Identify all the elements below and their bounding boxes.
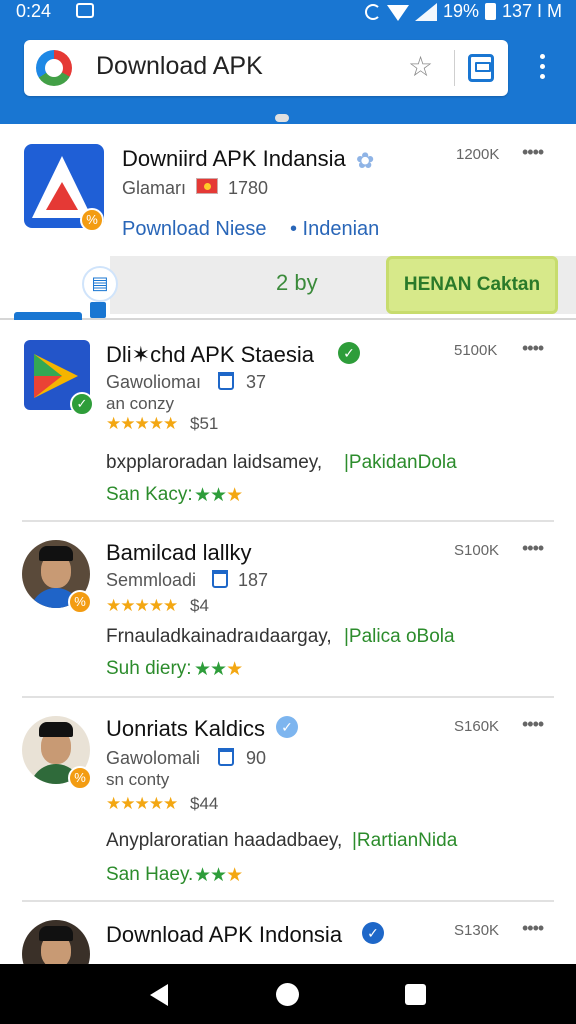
- status-clock-right: 137 I M: [501, 1, 562, 21]
- battery-percent: 19%: [442, 1, 479, 21]
- row-count: 90: [246, 748, 267, 768]
- row-subtitle: sn conty: [106, 770, 170, 789]
- row-description: Anyplaroratian haadadbaey,: [106, 830, 343, 851]
- row-count: 187: [238, 570, 269, 590]
- rating-stars: ★★★★★: [106, 596, 178, 615]
- url-divider: [454, 50, 455, 86]
- url-text[interactable]: Download APK: [96, 52, 263, 81]
- flag-icon: [196, 178, 218, 194]
- row-footer: San Haey.: [106, 864, 194, 885]
- wifi-icon: [386, 4, 409, 21]
- list-item[interactable]: Download APK Indonsia ✓ S130K ••••: [0, 902, 576, 964]
- row-price: S130K: [454, 922, 500, 939]
- featured-badge-icon: %: [80, 208, 104, 232]
- site-logo-icon: [36, 50, 72, 86]
- clipboard-handle-icon: [90, 302, 106, 318]
- featured-meta: 2 by: [276, 270, 318, 295]
- footer-stars-orange: ★: [226, 659, 243, 680]
- trash-icon[interactable]: [218, 748, 234, 766]
- url-bar[interactable]: Download APK ☆: [24, 40, 508, 96]
- footer-stars: ★★★: [194, 864, 243, 887]
- featured-subtitle: Glamarı: [122, 178, 187, 198]
- footer-stars-orange: ★: [226, 485, 243, 506]
- battery-icon: [484, 3, 496, 20]
- row-title[interactable]: Bamilcad lallky: [106, 540, 252, 566]
- featured-download-link[interactable]: Pownload Niese: [122, 218, 267, 241]
- row-footer: Suh diery:: [106, 658, 192, 679]
- row-count: 37: [246, 372, 267, 392]
- row-more-icon[interactable]: ••••: [522, 538, 544, 559]
- overflow-menu-icon[interactable]: [532, 54, 554, 84]
- row-more-icon[interactable]: ••••: [522, 338, 544, 359]
- footer-stars-orange: ★: [226, 865, 243, 886]
- verified-check-icon: ✓: [338, 342, 360, 364]
- trash-icon[interactable]: [212, 570, 228, 588]
- footer-stars-green: ★★: [194, 659, 227, 680]
- verified-check-icon: ✓: [276, 716, 298, 738]
- footer-stars-green: ★★: [194, 865, 227, 886]
- footer-stars: ★★★: [194, 484, 243, 507]
- row-developer: Gawoliomaı: [106, 372, 202, 392]
- row-more-icon[interactable]: ••••: [522, 918, 544, 939]
- featured-region-link[interactable]: • Indenian: [290, 218, 379, 241]
- featured-action-button[interactable]: HENAN Caktan: [386, 256, 558, 314]
- app-notification-icon: [76, 3, 94, 18]
- featured-more-icon[interactable]: ••••: [522, 142, 544, 163]
- row-tag[interactable]: |PakidanDola: [344, 452, 457, 474]
- home-icon[interactable]: [276, 983, 299, 1006]
- back-icon[interactable]: [150, 984, 168, 1006]
- featured-count: 1780: [228, 178, 269, 198]
- row-price: 5100K: [454, 342, 498, 359]
- row-title[interactable]: Uonriats Kaldics: [106, 716, 265, 742]
- row-tag[interactable]: |Palica oBola: [344, 626, 455, 648]
- row-footer: San Kacy:: [106, 484, 193, 505]
- status-bar: 0:24 19% 137 I M: [0, 0, 576, 24]
- browser-toolbar: Download APK ☆: [0, 24, 576, 124]
- featured-edge-tab: [14, 312, 82, 320]
- row-price: S160K: [454, 718, 500, 735]
- row-developer: Semmloadi: [106, 570, 197, 590]
- row-badge-icon: %: [68, 766, 92, 790]
- status-icons: 19% 137 I M: [364, 1, 562, 22]
- row-developer: Gawolomali: [106, 748, 201, 768]
- trash-icon[interactable]: [218, 372, 234, 390]
- list-item[interactable]: % Bamilcad lallky S100K •••• Semmloadi 1…: [0, 522, 576, 698]
- featured-title[interactable]: Downiird APK Indansia: [122, 146, 346, 172]
- signal-icon: [414, 2, 437, 21]
- avatar[interactable]: [22, 920, 90, 964]
- row-amount: $4: [190, 596, 209, 615]
- status-time: 0:24: [16, 1, 52, 21]
- row-title[interactable]: Download APK Indonsia: [106, 922, 342, 948]
- featured-app-card[interactable]: % Downiird APK Indansia ✿ 1200K •••• Gla…: [0, 124, 576, 320]
- bookmark-star-icon[interactable]: ☆: [408, 52, 433, 82]
- row-tag[interactable]: |RartianNida: [352, 830, 457, 852]
- row-title[interactable]: Dli✶chd APK Staesia: [106, 342, 314, 368]
- list-item[interactable]: % Uonriats Kaldics ✓ S160K •••• Gawoloma…: [0, 698, 576, 902]
- rating-stars: ★★★★★: [106, 414, 178, 433]
- sync-icon: [364, 3, 381, 20]
- tabs-icon[interactable]: [468, 54, 494, 82]
- footer-stars-green: ★★: [194, 485, 227, 506]
- rating-stars: ★★★★★: [106, 794, 178, 813]
- scroll-indicator: [275, 114, 289, 122]
- row-subtitle: an conzy: [106, 394, 175, 413]
- recents-icon[interactable]: [405, 984, 426, 1005]
- verified-check-icon: ✓: [362, 922, 384, 944]
- row-amount: $44: [190, 794, 219, 813]
- row-description: bxpplaroradan laidsamey,: [106, 452, 323, 473]
- system-nav-bar: [0, 964, 576, 1024]
- row-description: Frnauladkainadraıdaargay,: [106, 626, 332, 647]
- verified-icon: ✿: [356, 148, 375, 173]
- row-badge-icon: %: [68, 590, 92, 614]
- list-item[interactable]: ✓ Dli✶chd APK Staesia ✓ 5100K •••• Gawol…: [0, 322, 576, 522]
- screen: 0:24 19% 137 I M Download APK ☆ % Downii…: [0, 0, 576, 1024]
- installed-badge-icon: ✓: [70, 392, 94, 416]
- footer-stars: ★★★: [194, 658, 243, 681]
- row-price: S100K: [454, 542, 500, 559]
- row-more-icon[interactable]: ••••: [522, 714, 544, 735]
- featured-price: 1200K: [456, 146, 500, 163]
- clipboard-icon[interactable]: ▤: [82, 266, 118, 302]
- row-amount: $51: [190, 414, 219, 433]
